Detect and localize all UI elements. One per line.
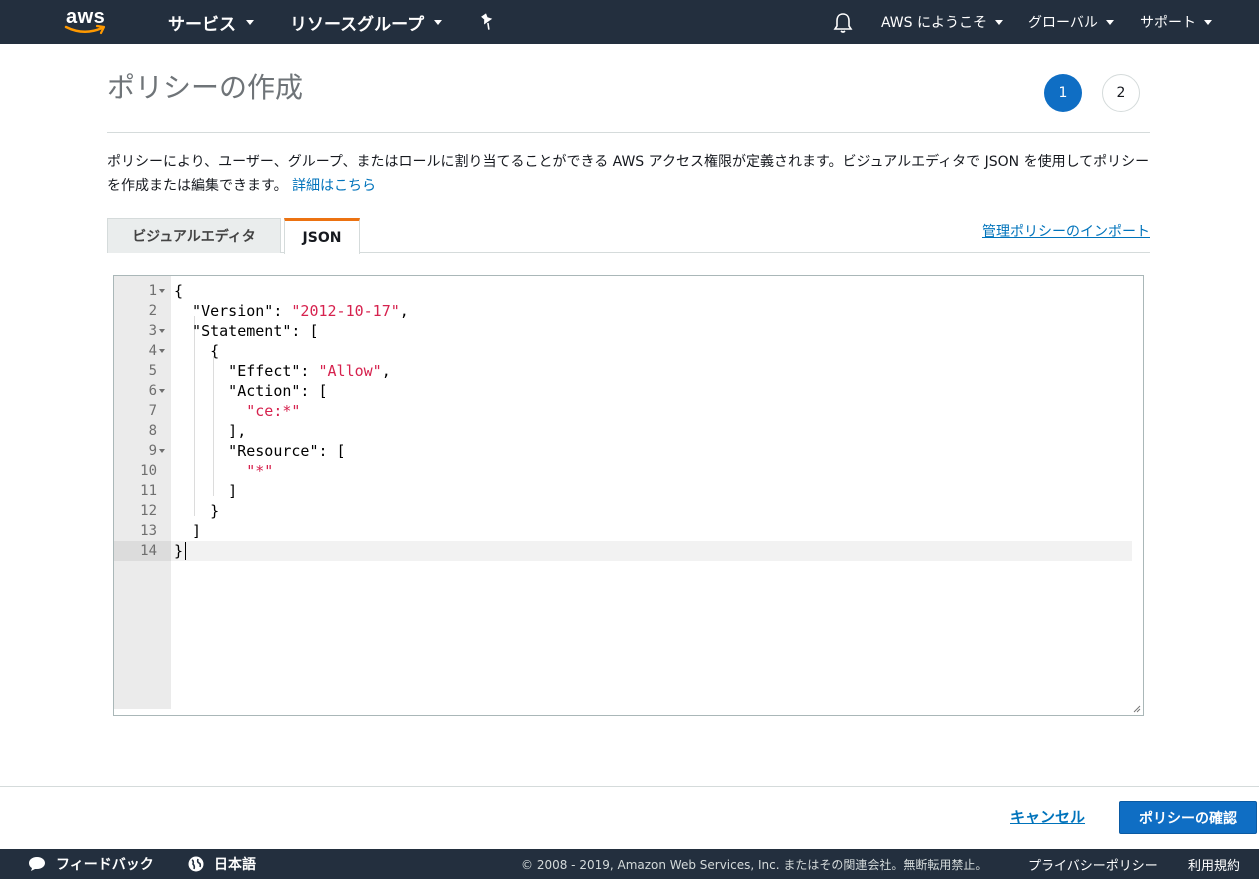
chevron-down-icon <box>1204 19 1212 25</box>
language-selector[interactable]: 日本語 <box>188 849 256 879</box>
resource-groups-menu[interactable]: リソースグループ <box>290 0 443 44</box>
globe-icon <box>188 856 204 872</box>
code-line: "*" <box>246 462 274 480</box>
page-title: ポリシーの作成 <box>107 71 304 104</box>
region-menu[interactable]: グローバル <box>1028 0 1114 44</box>
step-2-indicator: 2 <box>1102 74 1140 112</box>
chevron-down-icon <box>1105 19 1114 25</box>
code-line: "ce:*" <box>246 402 301 420</box>
code-line: ] <box>174 522 202 540</box>
line-number: 6 <box>148 383 157 399</box>
privacy-policy-link[interactable]: プライバシーポリシー <box>1028 849 1158 879</box>
code-line: "Version": "2012-10-17", <box>174 302 409 320</box>
actions-divider <box>0 786 1259 787</box>
line-number: 2 <box>148 303 157 319</box>
code-line: ] <box>174 482 238 500</box>
bell-icon[interactable] <box>833 12 853 34</box>
terms-of-use-link[interactable]: 利用規約 <box>1188 849 1240 879</box>
line-number: 8 <box>148 423 157 439</box>
step-1-indicator: 1 <box>1044 74 1082 112</box>
code-line: "Resource": [ <box>174 442 346 460</box>
code-line: "Effect": "Allow", <box>174 362 391 380</box>
top-navigation-bar: aws サービス リソースグループ AWS にようこそ グローバル サポート <box>0 0 1259 44</box>
aws-smile-icon <box>64 24 106 35</box>
review-policy-button[interactable]: ポリシーの確認 <box>1119 801 1257 834</box>
line-number: 9 <box>148 443 157 459</box>
code-line: } <box>174 542 184 560</box>
line-number: 14 <box>140 543 157 559</box>
line-number: 3 <box>148 323 157 339</box>
active-line-highlight <box>171 541 1132 561</box>
footer-bar: フィードバック 日本語 © 2008 - 2019, Amazon Web Se… <box>0 849 1259 879</box>
fold-toggle-icon[interactable] <box>159 389 165 393</box>
line-number: 7 <box>148 403 157 419</box>
services-menu[interactable]: サービス <box>168 0 254 44</box>
json-editor[interactable]: 1 2 3 4 5 6 7 8 9 10 11 12 13 14 { "Vers… <box>113 275 1144 716</box>
code-line: } <box>174 502 220 520</box>
chevron-down-icon <box>995 19 1003 25</box>
code-line: ], <box>174 422 247 440</box>
line-number: 13 <box>140 523 157 539</box>
text-cursor <box>185 542 186 560</box>
line-number: 4 <box>148 343 157 359</box>
line-number: 1 <box>148 283 157 299</box>
account-menu[interactable]: AWS にようこそ <box>881 0 1003 44</box>
line-number: 12 <box>140 503 157 519</box>
line-number: 5 <box>148 363 157 379</box>
line-number: 11 <box>140 483 157 499</box>
fold-toggle-icon[interactable] <box>159 329 165 333</box>
code-line: { <box>174 282 184 300</box>
fold-toggle-icon[interactable] <box>159 349 165 353</box>
cancel-button[interactable]: キャンセル <box>1010 806 1085 827</box>
tab-json[interactable]: JSON <box>284 218 360 254</box>
chevron-down-icon <box>434 19 443 25</box>
page-description: ポリシーにより、ユーザー、グループ、またはロールに割り当てることができる AWS… <box>107 154 1150 194</box>
code-line: "Statement": [ <box>174 322 319 340</box>
feedback-link[interactable]: フィードバック <box>28 849 154 879</box>
line-number: 10 <box>140 463 157 479</box>
chevron-down-icon <box>246 19 254 25</box>
details-link[interactable]: 詳細はこちら <box>292 178 376 194</box>
header-divider <box>107 132 1150 133</box>
tab-visual-editor[interactable]: ビジュアルエディタ <box>107 218 281 253</box>
pin-icon[interactable] <box>478 12 496 32</box>
copyright-text: © 2008 - 2019, Amazon Web Services, Inc.… <box>521 857 988 872</box>
resize-handle-icon[interactable] <box>1132 704 1141 713</box>
aws-logo[interactable]: aws <box>62 6 114 38</box>
code-line: "Action": [ <box>174 382 328 400</box>
support-menu[interactable]: サポート <box>1140 0 1212 44</box>
fold-toggle-icon[interactable] <box>159 289 165 293</box>
speech-bubble-icon <box>29 857 45 871</box>
fold-toggle-icon[interactable] <box>159 449 165 453</box>
import-managed-policy-link[interactable]: 管理ポリシーのインポート <box>982 221 1150 241</box>
code-line: { <box>174 342 220 360</box>
